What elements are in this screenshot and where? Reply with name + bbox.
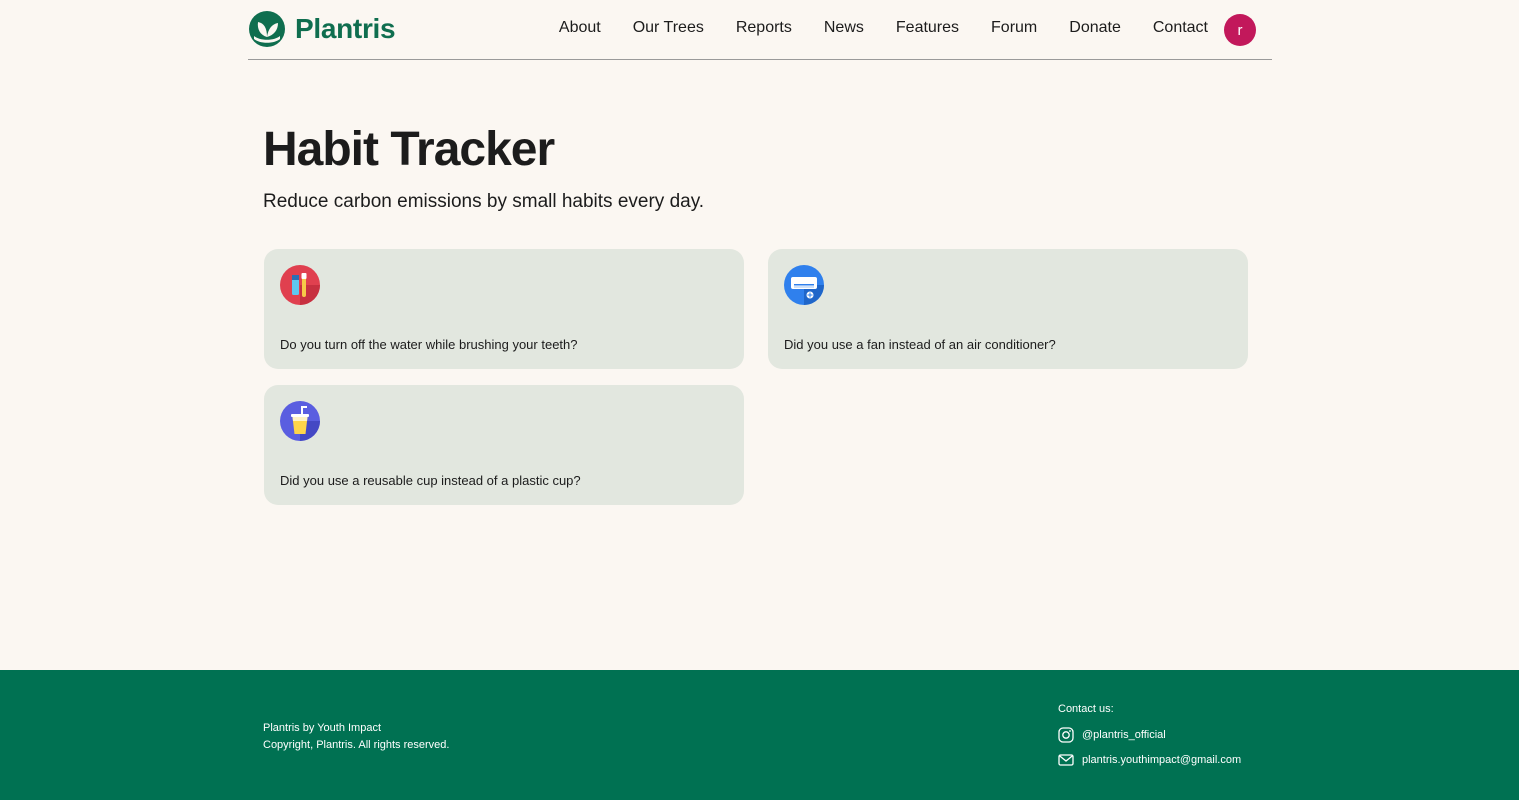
nav-our-trees[interactable]: Our Trees <box>633 19 704 37</box>
habit-text: Do you turn off the water while brushing… <box>280 337 578 352</box>
contact-label: Contact us: <box>1058 703 1114 715</box>
toothbrush-icon <box>280 265 320 305</box>
page-subtitle: Reduce carbon emissions by small habits … <box>263 191 705 212</box>
nav-forum[interactable]: Forum <box>991 19 1037 37</box>
site-footer: Plantris by Youth Impact Copyright, Plan… <box>0 670 1519 800</box>
nav-reports[interactable]: Reports <box>736 19 792 37</box>
instagram-icon <box>1058 727 1074 743</box>
habit-card-water[interactable]: Do you turn off the water while brushing… <box>264 249 744 369</box>
user-avatar[interactable]: r <box>1224 14 1256 46</box>
habit-text: Did you use a reusable cup instead of a … <box>280 473 581 488</box>
instagram-handle[interactable]: @plantris_official <box>1082 729 1166 741</box>
habit-card-cup[interactable]: Did you use a reusable cup instead of a … <box>264 385 744 505</box>
logo[interactable]: Plantris <box>248 10 396 48</box>
site-header: Plantris About Our Trees Reports News Fe… <box>248 0 1272 60</box>
nav-about[interactable]: About <box>559 19 601 37</box>
reusable-cup-icon <box>280 401 320 441</box>
footer-contact: Contact us: @plantris_official plantris.… <box>1058 703 1241 768</box>
footer-brand: Plantris by Youth Impact Copyright, Plan… <box>263 720 449 754</box>
logo-text: Plantris <box>295 13 396 44</box>
plant-logo-icon <box>249 11 285 47</box>
footer-copyright: Copyright, Plantris. All rights reserved… <box>263 739 450 751</box>
habit-card-fan[interactable]: Did you use a fan instead of an air cond… <box>768 249 1248 369</box>
email-address[interactable]: plantris.youthimpact@gmail.com <box>1082 754 1241 766</box>
habit-text: Did you use a fan instead of an air cond… <box>784 337 1056 352</box>
main-nav: About Our Trees Reports News Features Fo… <box>527 19 1208 37</box>
nav-news[interactable]: News <box>824 19 864 37</box>
nav-contact[interactable]: Contact <box>1153 19 1208 37</box>
nav-donate[interactable]: Donate <box>1069 19 1121 37</box>
contact-email[interactable]: plantris.youthimpact@gmail.com <box>1058 752 1241 768</box>
footer-brand-line: Plantris by Youth Impact <box>263 722 382 734</box>
air-conditioner-icon <box>784 265 824 305</box>
email-icon <box>1058 754 1074 766</box>
contact-instagram[interactable]: @plantris_official <box>1058 727 1241 743</box>
nav-features[interactable]: Features <box>896 19 959 37</box>
page-title: Habit Tracker <box>263 123 555 176</box>
